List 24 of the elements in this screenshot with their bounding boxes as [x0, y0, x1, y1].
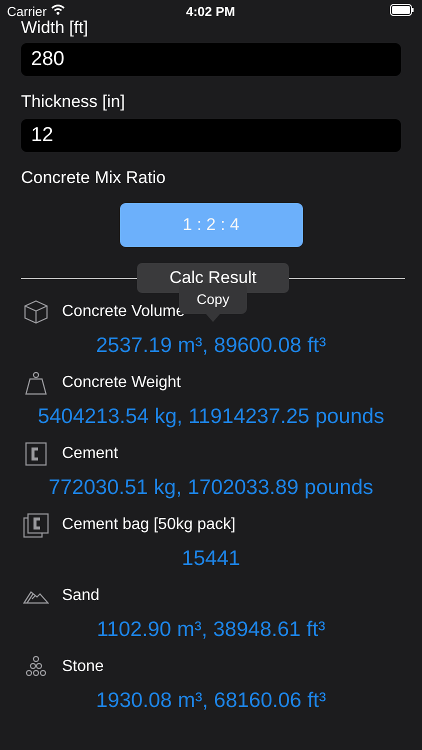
weight-icon: [23, 370, 49, 396]
result-label: Cement: [62, 445, 118, 463]
result-value: 2537.19 m³, 89600.08 ft³: [96, 334, 326, 358]
result-value: 5404213.54 kg, 11914237.25 pounds: [38, 405, 384, 429]
result-label: Cement bag [50kg pack]: [62, 516, 236, 534]
cement-icon: [23, 441, 49, 467]
result-label: Stone: [62, 658, 104, 676]
battery-icon: [390, 4, 414, 16]
input-field[interactable]: 280: [21, 43, 401, 76]
result-value: 772030.51 kg, 1702033.89 pounds: [48, 476, 374, 500]
clock-time: 4:02 PM: [186, 4, 236, 19]
field-label: Width [ft]: [21, 18, 88, 38]
stacked-cement-icon: [23, 512, 49, 538]
wifi-icon: [51, 4, 65, 15]
field-label: Concrete Mix Ratio: [21, 168, 167, 188]
result-label: Sand: [62, 587, 100, 605]
result-value: 15441: [182, 547, 240, 571]
result-label: Concrete Weight: [62, 374, 181, 392]
result-value: 1102.90 m³, 38948.61 ft³: [96, 618, 326, 642]
input-field[interactable]: 12: [21, 119, 401, 152]
cube-icon: [23, 299, 49, 325]
result-value: 1930.08 m³, 68160.06 ft³: [96, 689, 326, 713]
carrier-name: Carrier: [7, 4, 47, 19]
field-label: Thickness [in]: [21, 92, 126, 112]
